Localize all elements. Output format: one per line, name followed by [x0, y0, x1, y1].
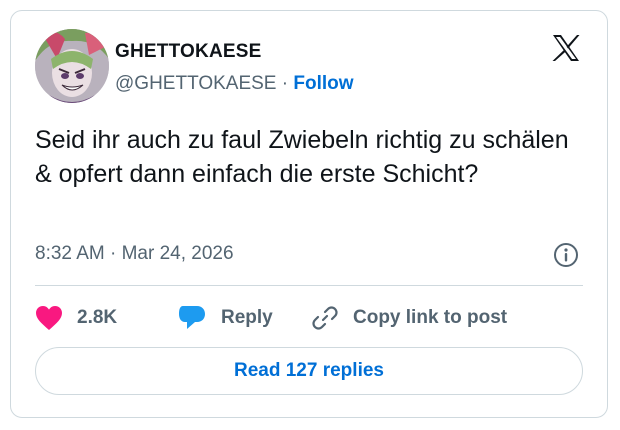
reply-bubble-icon — [179, 306, 205, 329]
like-count: 2.8K — [77, 307, 118, 328]
tweet-date: Mar 24, 2026 — [121, 243, 234, 264]
author-handle-row: @GHETTOKAESE · Follow — [115, 73, 354, 95]
tweet-timestamp[interactable]: 8:32 AM · Mar 24, 2026 — [35, 243, 234, 265]
tweet-card: GHETTOKAESE @GHETTOKAESE · Follow Seid i… — [10, 10, 608, 418]
copy-link-label: Copy link to post — [353, 307, 508, 328]
reply-label: Reply — [221, 307, 273, 328]
reply-button[interactable]: Reply — [177, 301, 273, 335]
like-button[interactable]: 2.8K — [35, 301, 117, 335]
author-display-name[interactable]: GHETTOKAESE — [115, 41, 261, 63]
x-logo-icon[interactable] — [551, 33, 581, 63]
tweet-time: 8:32 AM — [35, 243, 105, 264]
author-handle[interactable]: @GHETTOKAESE — [115, 73, 276, 94]
heart-icon — [36, 306, 62, 330]
info-icon[interactable] — [553, 242, 579, 268]
link-icon — [312, 306, 338, 330]
copy-link-button[interactable]: Copy link to post — [311, 301, 507, 335]
tweet-text: Seid ihr auch zu faul Zwiebeln richtig z… — [35, 126, 569, 188]
anime-avatar-icon — [35, 29, 109, 103]
read-replies-button[interactable]: Read 127 replies — [35, 347, 583, 395]
author-avatar[interactable] — [35, 29, 109, 103]
follow-button[interactable]: Follow — [293, 73, 353, 94]
divider — [35, 285, 583, 286]
timestamp-separator: · — [110, 243, 117, 264]
handle-separator: · — [281, 73, 289, 94]
